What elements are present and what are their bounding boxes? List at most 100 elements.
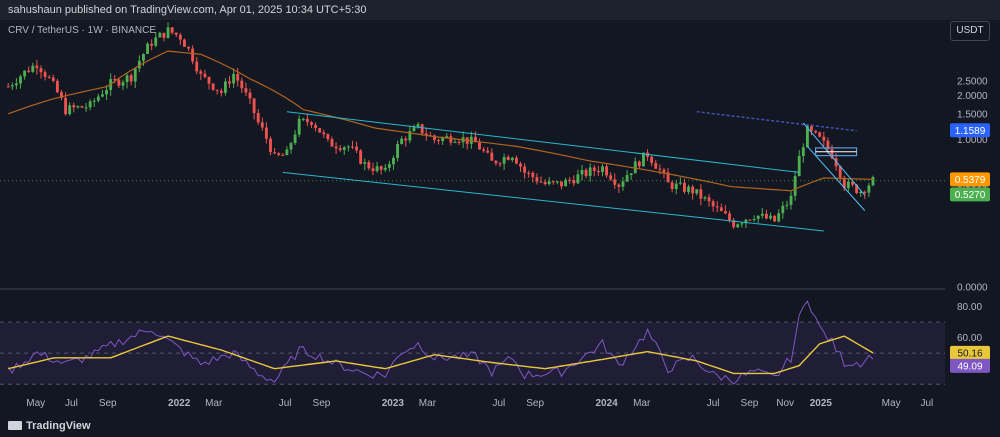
x-tick-label: Jul xyxy=(707,398,720,409)
candle xyxy=(748,219,752,221)
candle xyxy=(76,106,80,108)
candle xyxy=(207,76,211,84)
candle xyxy=(752,218,756,220)
candle xyxy=(814,130,818,133)
candle xyxy=(601,166,604,173)
chart-canvas[interactable]: May Jul Sep 2022 Mar Jul Sep 2023 Mar Jul Sep 2024 M… xyxy=(0,0,1000,417)
candle xyxy=(293,134,297,144)
candle xyxy=(14,83,18,86)
candle xyxy=(867,185,871,193)
symbol-legend[interactable]: CRV / TetherUS · 1W · BINANCE xyxy=(8,25,156,36)
rsi-tick-label: 80.00 xyxy=(957,302,982,313)
candle xyxy=(760,213,764,216)
price-pane[interactable] xyxy=(0,22,945,232)
candle xyxy=(322,132,326,135)
candle xyxy=(703,197,707,199)
x-tick-label: Jul xyxy=(492,398,505,409)
candle xyxy=(6,86,10,88)
candle xyxy=(10,85,14,87)
candle xyxy=(404,138,408,141)
candle xyxy=(334,146,338,149)
candle xyxy=(560,181,563,187)
candle xyxy=(162,32,166,38)
candle xyxy=(379,166,383,170)
candle xyxy=(711,201,715,207)
rsi-pane[interactable] xyxy=(0,300,945,385)
candle xyxy=(154,37,158,46)
candle xyxy=(502,156,506,164)
candle xyxy=(264,127,268,139)
x-tick-label: Mar xyxy=(633,398,651,409)
candle xyxy=(223,81,227,93)
currency-button[interactable]: USDT xyxy=(950,21,990,41)
candle xyxy=(658,168,662,170)
candle xyxy=(789,195,793,205)
candle xyxy=(96,96,100,101)
candle xyxy=(478,142,481,150)
x-tick-label: 2025 xyxy=(810,398,833,409)
candle xyxy=(695,189,699,194)
candle xyxy=(260,122,264,128)
rsi-tick-label: 60.00 xyxy=(957,333,982,344)
candle xyxy=(367,162,371,169)
candle xyxy=(551,181,555,183)
candle xyxy=(310,122,313,125)
dashed-trendline[interactable] xyxy=(696,110,857,132)
candle xyxy=(228,81,231,84)
candle xyxy=(801,147,805,157)
x-tick-label: Sep xyxy=(741,398,759,409)
candle xyxy=(158,32,162,38)
candle xyxy=(699,189,703,199)
tradingview-logo[interactable]: TradingView xyxy=(8,420,91,432)
x-tick-label: Jul xyxy=(65,398,78,409)
candle xyxy=(359,150,363,164)
candle xyxy=(281,154,285,156)
candle xyxy=(142,53,145,61)
candle xyxy=(215,89,219,91)
candle xyxy=(146,43,149,54)
candle xyxy=(764,213,768,219)
candle xyxy=(244,88,248,93)
candle xyxy=(68,105,72,115)
price-value-label: 1.1589 xyxy=(955,126,986,137)
candle xyxy=(252,98,256,113)
candle xyxy=(178,34,182,40)
candle xyxy=(338,148,342,151)
wedge-line[interactable] xyxy=(802,122,866,196)
candle xyxy=(494,160,498,164)
candle xyxy=(195,61,199,72)
candle xyxy=(387,164,391,168)
candle xyxy=(392,157,395,165)
x-tick-label: May xyxy=(26,398,45,409)
candle xyxy=(514,157,518,164)
candle xyxy=(506,156,510,160)
candle xyxy=(277,153,281,155)
candle xyxy=(543,181,547,185)
candle xyxy=(510,157,514,160)
candle xyxy=(818,132,822,137)
candle xyxy=(724,211,727,214)
candle xyxy=(482,149,486,151)
candle xyxy=(400,138,404,145)
x-tick-label: Sep xyxy=(99,398,117,409)
candle xyxy=(166,27,170,38)
candle xyxy=(35,65,39,69)
candle xyxy=(297,118,301,135)
candle xyxy=(576,174,580,184)
candle xyxy=(486,150,490,153)
candle xyxy=(199,71,203,74)
candle xyxy=(236,73,240,81)
candle xyxy=(728,213,731,221)
x-tick-label: Nov xyxy=(776,398,794,409)
candle xyxy=(683,182,686,192)
candle xyxy=(64,97,68,115)
price-tick-label: 1.5000 xyxy=(957,109,988,120)
candle xyxy=(174,32,178,35)
candle xyxy=(248,92,252,99)
candle xyxy=(777,213,781,222)
price-value-label: 0.5270 xyxy=(955,190,986,201)
candle xyxy=(330,139,334,147)
candle xyxy=(27,70,31,72)
x-tick-label: Sep xyxy=(313,398,331,409)
candle xyxy=(547,181,551,185)
